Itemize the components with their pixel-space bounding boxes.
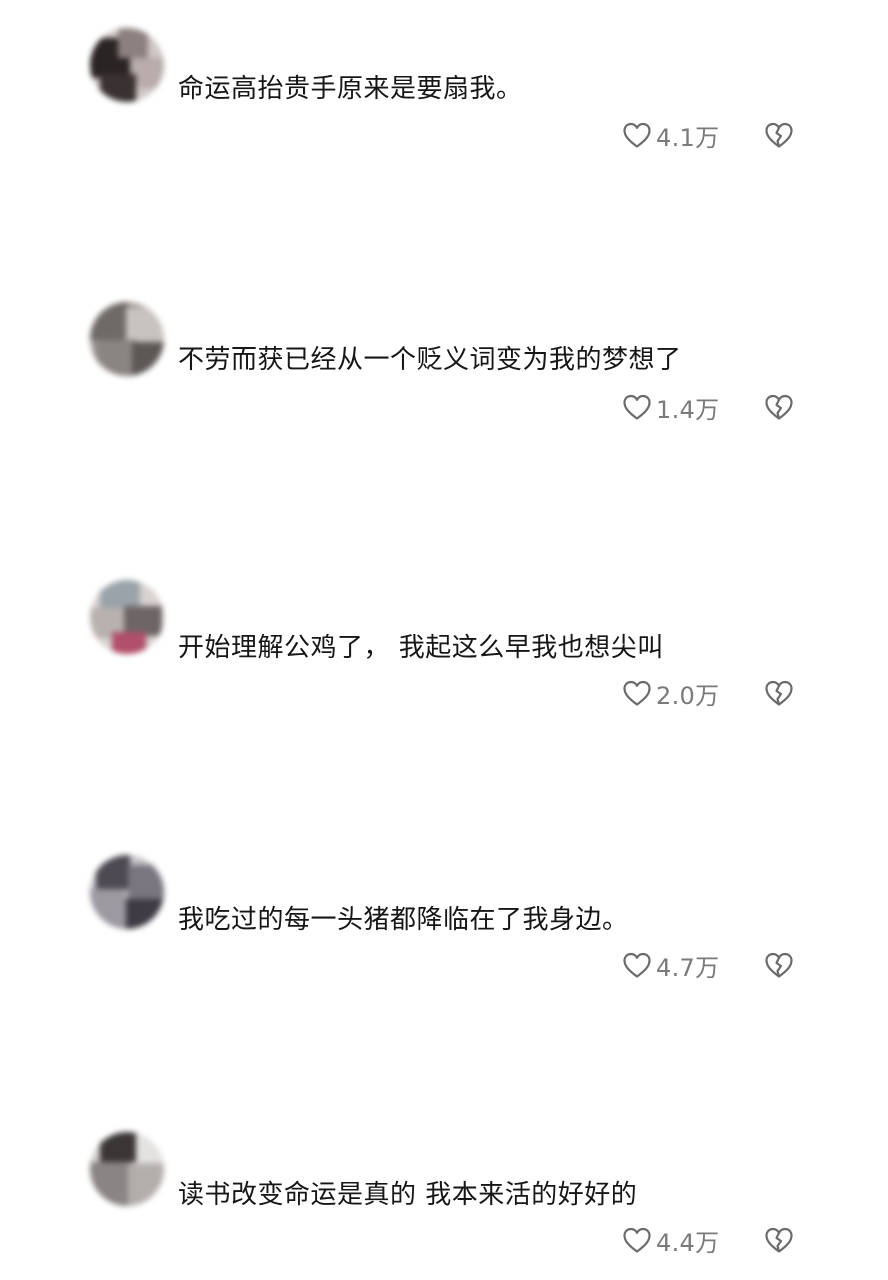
comment-text: 不劳而获已经从一个贬义词变为我的梦想了 xyxy=(178,345,682,375)
broken-heart-icon xyxy=(764,393,794,421)
comment-item: 读书改变命运是真的 我本来活的好好的 4.4万 xyxy=(0,0,888,1257)
heart-outline-icon xyxy=(622,393,652,421)
comment-text: 读书改变命运是真的 我本来活的好好的 xyxy=(178,1180,638,1210)
avatar[interactable] xyxy=(90,1132,164,1206)
avatar[interactable] xyxy=(90,855,164,929)
comment-text: 开始理解公鸡了， 我起这么早我也想尖叫 xyxy=(178,633,664,663)
broken-heart-icon xyxy=(764,679,794,707)
like-count: 4.7万 xyxy=(656,953,720,982)
heart-outline-icon xyxy=(622,679,652,707)
like-count: 4.4万 xyxy=(656,1228,720,1257)
like-count: 1.4万 xyxy=(656,395,720,424)
like-button[interactable]: 2.0万 xyxy=(622,676,719,710)
like-button[interactable]: 1.4万 xyxy=(622,390,719,424)
heart-outline-icon xyxy=(622,1226,652,1254)
dislike-button[interactable] xyxy=(763,1223,795,1257)
dislike-button[interactable] xyxy=(763,390,795,424)
dislike-button[interactable] xyxy=(763,948,795,982)
like-button[interactable]: 4.7万 xyxy=(622,948,719,982)
broken-heart-icon xyxy=(764,951,794,979)
like-button[interactable]: 4.4万 xyxy=(622,1223,719,1257)
dislike-button[interactable] xyxy=(763,676,795,710)
broken-heart-icon xyxy=(764,1226,794,1254)
avatar[interactable] xyxy=(90,302,164,376)
like-count: 2.0万 xyxy=(656,681,720,710)
comment-text: 我吃过的每一头猪都降临在了我身边。 xyxy=(178,905,629,935)
avatar[interactable] xyxy=(90,580,164,654)
heart-outline-icon xyxy=(622,951,652,979)
